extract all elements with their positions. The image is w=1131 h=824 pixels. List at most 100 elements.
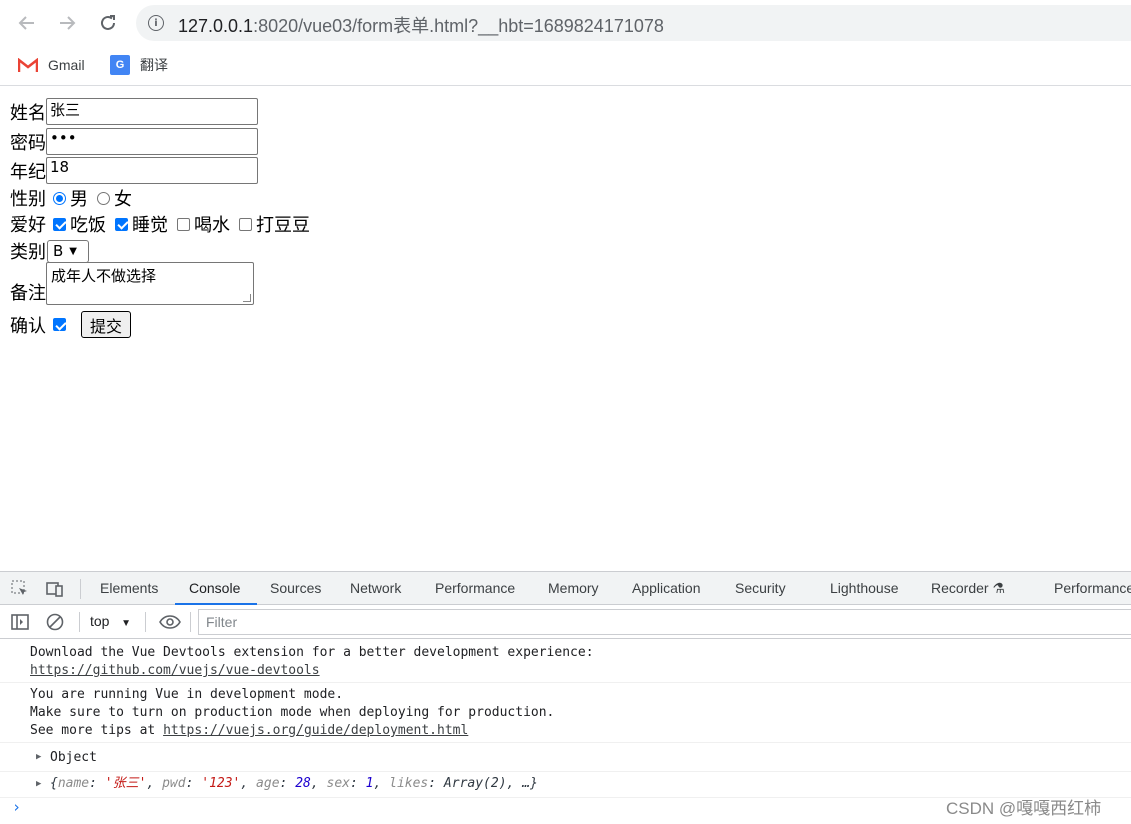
name-input[interactable]: 张三 xyxy=(46,98,258,125)
hobby-checkbox-drink[interactable] xyxy=(177,217,190,231)
tab-network[interactable]: Network xyxy=(350,580,401,596)
object-key: name xyxy=(57,776,90,791)
tab-lighthouse[interactable]: Lighthouse xyxy=(830,580,899,596)
password-label: 密码 xyxy=(10,132,46,154)
hobby-checkbox-beans[interactable] xyxy=(239,217,252,231)
note-text: 成年人不做选择 xyxy=(51,267,157,285)
bookmark-label: 翻译 xyxy=(140,57,168,73)
note-textarea[interactable]: 成年人不做选择 xyxy=(46,262,254,305)
bookmark-gmail[interactable]: Gmail xyxy=(18,54,85,76)
hobby-option-label: 吃饭 xyxy=(70,215,106,236)
hobby-checkbox-eat[interactable] xyxy=(53,217,66,231)
tab-security[interactable]: Security xyxy=(735,580,786,596)
object-value: '123' xyxy=(201,776,241,791)
chevron-down-icon: ▼ xyxy=(121,618,132,629)
hobby-checkbox-sleep[interactable] xyxy=(115,217,128,231)
sidebar-toggle-icon[interactable] xyxy=(11,613,29,631)
hobby-option-label: 喝水 xyxy=(194,215,230,236)
filter-input[interactable]: Filter xyxy=(198,609,1131,635)
sex-label: 性别 xyxy=(10,189,46,210)
hobby-label: 爱好 xyxy=(10,215,46,236)
category-label: 类别 xyxy=(10,242,46,263)
name-label: 姓名 xyxy=(10,102,46,124)
inspect-element-icon[interactable] xyxy=(11,580,29,598)
object-label: Object xyxy=(50,750,97,765)
tab-performance[interactable]: Performance xyxy=(435,580,515,596)
tab-recorder-label: Recorder xyxy=(931,580,989,596)
age-row: 年纪 18 xyxy=(10,157,258,184)
tab-recorder[interactable]: Recorder ⚗ xyxy=(931,580,1005,597)
browser-toolbar: i 127.0.0.1:8020/vue03/form表单.html?__hbt… xyxy=(0,0,1131,46)
object-key: pwd xyxy=(162,776,186,791)
tab-application[interactable]: Application xyxy=(632,580,701,596)
deployment-link[interactable]: https://vuejs.org/guide/deployment.html xyxy=(163,723,468,738)
console-prompt-icon[interactable]: › xyxy=(12,798,21,816)
context-value: top xyxy=(90,613,110,629)
address-bar[interactable]: i 127.0.0.1:8020/vue03/form表单.html?__hbt… xyxy=(136,5,1131,41)
reload-icon[interactable] xyxy=(94,9,122,37)
eye-icon[interactable] xyxy=(159,613,181,631)
object-value: 1 xyxy=(365,776,374,791)
devtools-link[interactable]: https://github.com/vuejs/vue-devtools xyxy=(30,663,320,678)
tab-console[interactable]: Console xyxy=(189,580,240,596)
message-text: See more tips at xyxy=(30,723,164,738)
object-preview: {name: '张三', pwd: '123', age: 28, sex: 1… xyxy=(50,776,538,791)
resize-handle-icon[interactable] xyxy=(243,294,251,302)
info-icon[interactable]: i xyxy=(148,15,164,31)
back-arrow-icon[interactable] xyxy=(13,9,41,37)
chevron-down-icon: ▼ xyxy=(69,245,77,257)
watermark: CSDN @嘎嘎西红柿 xyxy=(946,799,1102,818)
sex-option-label: 女 xyxy=(114,189,132,210)
url-host: 127.0.0.1 xyxy=(178,16,254,36)
confirm-checkbox[interactable] xyxy=(53,318,66,331)
separator xyxy=(80,579,81,599)
google-translate-icon: G xyxy=(110,55,130,75)
hobby-row: 爱好 吃饭 睡觉 喝水 打豆豆 xyxy=(10,211,312,237)
object-tail: , …} xyxy=(506,776,538,791)
name-row: 姓名 张三 xyxy=(10,98,258,125)
object-key: sex xyxy=(326,776,350,791)
tab-elements[interactable]: Elements xyxy=(100,580,158,596)
category-select[interactable]: B ▼ xyxy=(47,239,89,263)
confirm-label: 确认 xyxy=(10,315,46,337)
object-value: 28 xyxy=(295,776,311,791)
sex-radio-female[interactable] xyxy=(97,191,110,205)
device-toggle-icon[interactable] xyxy=(46,580,64,598)
gmail-icon xyxy=(18,57,38,72)
bookmark-label: Gmail xyxy=(48,57,85,73)
sex-radio-male[interactable] xyxy=(53,191,66,205)
note-label: 备注 xyxy=(10,283,46,304)
tab-memory[interactable]: Memory xyxy=(548,580,599,596)
object-key: likes xyxy=(389,776,429,791)
separator xyxy=(145,612,146,632)
expand-triangle-icon[interactable]: ▶ xyxy=(36,779,41,789)
confirm-row: 确认 提交 xyxy=(10,311,132,338)
category-value: B xyxy=(53,242,64,260)
object-key: age xyxy=(256,776,280,791)
console-message: Download the Vue Devtools extension for … xyxy=(0,642,1131,683)
note-row: 备注 成年人不做选择 xyxy=(10,262,254,305)
object-value: Array(2) xyxy=(443,776,507,791)
hobby-option-label: 打豆豆 xyxy=(256,215,310,236)
forward-arrow-icon[interactable] xyxy=(53,9,81,37)
tab-sources[interactable]: Sources xyxy=(270,580,321,596)
url-text: 127.0.0.1:8020/vue03/form表单.html?__hbt=1… xyxy=(178,12,664,38)
password-input[interactable]: ••• xyxy=(46,128,258,155)
console-toolbar: top ▼ Filter xyxy=(0,605,1131,639)
message-text: Make sure to turn on production mode whe… xyxy=(30,705,555,720)
age-label: 年纪 xyxy=(10,161,46,183)
sex-option-label: 男 xyxy=(70,189,88,210)
age-input[interactable]: 18 xyxy=(46,157,258,184)
context-selector[interactable]: top ▼ xyxy=(90,613,131,629)
submit-button[interactable]: 提交 xyxy=(81,311,132,338)
tab-performance-insights[interactable]: Performance xyxy=(1054,580,1131,596)
expand-triangle-icon[interactable]: ▶ xyxy=(36,752,41,762)
clear-console-icon[interactable] xyxy=(46,613,64,631)
console-object-row[interactable]: ▶ Object xyxy=(0,745,1131,772)
bookmarks-bar: Gmail G 翻译 xyxy=(0,46,1131,86)
separator xyxy=(79,612,80,632)
object-brace: { xyxy=(50,776,58,791)
bookmark-translate[interactable]: G 翻译 xyxy=(110,54,168,76)
console-message: You are running Vue in development mode.… xyxy=(0,684,1131,743)
message-text: Download the Vue Devtools extension for … xyxy=(30,645,594,660)
